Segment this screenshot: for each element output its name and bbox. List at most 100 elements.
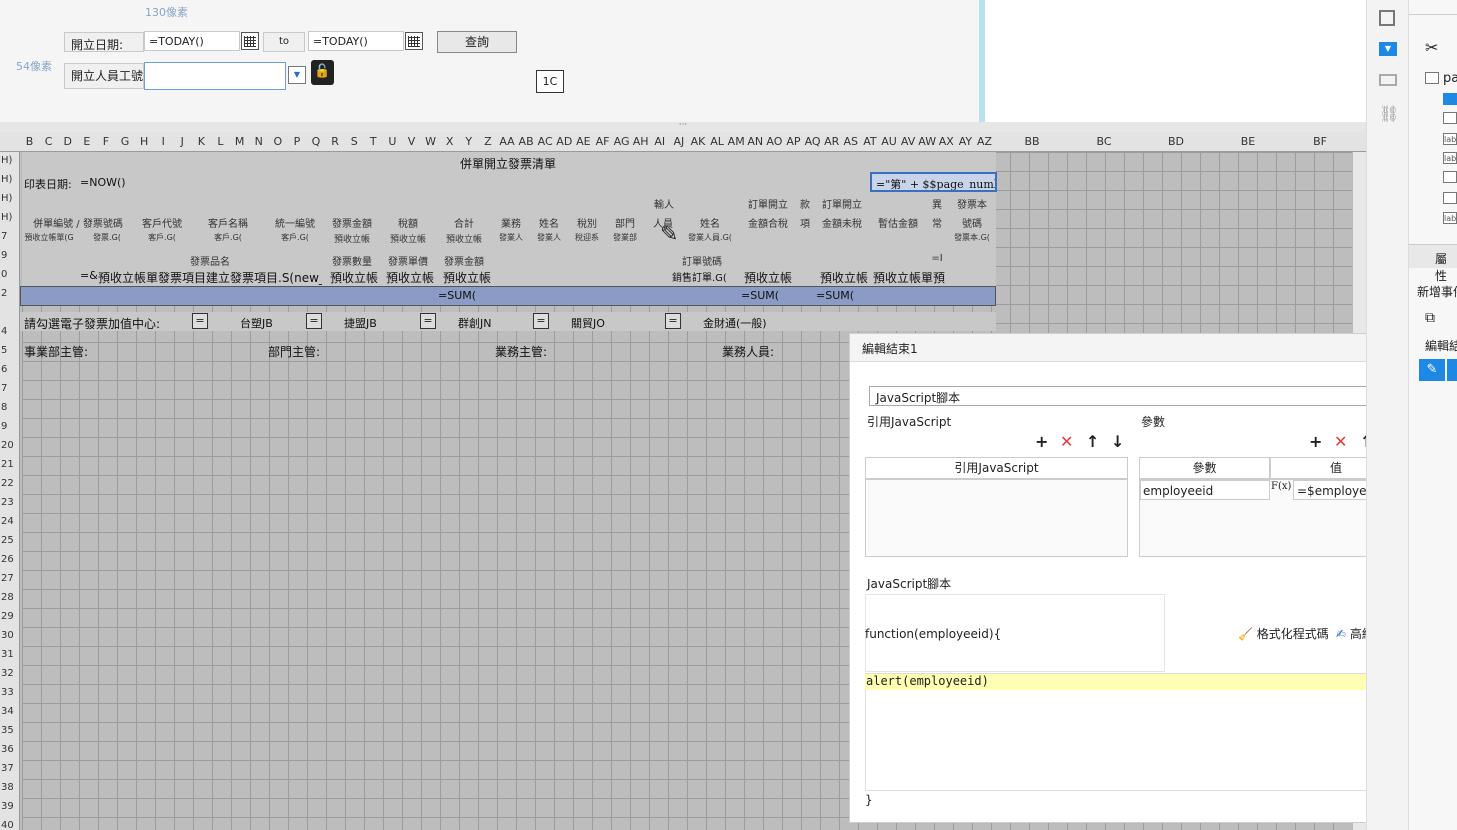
row-header[interactable]: 30 [0, 630, 20, 641]
column-header[interactable]: AJ [669, 135, 688, 148]
copy-icon[interactable]: ⧉ [1425, 310, 1435, 326]
dropdown-icon[interactable]: ▼ [288, 66, 306, 84]
event-list-item[interactable]: 編輯結 [1425, 337, 1457, 354]
row-header[interactable]: 7 [0, 383, 20, 394]
query-button[interactable]: 查詢 [437, 31, 517, 53]
print-date-value[interactable]: =NOW() [80, 176, 126, 189]
date-end-field[interactable]: =TODAY() [308, 31, 404, 51]
column-header[interactable]: AP [784, 135, 803, 148]
page-number-cell[interactable]: ="第" + $$page_number [870, 172, 997, 192]
column-header[interactable]: J [173, 135, 192, 148]
row-header[interactable]: 6 [0, 364, 20, 375]
column-header[interactable]: BE [1212, 135, 1284, 148]
header-cell[interactable]: 金額合稅 [740, 215, 796, 230]
scissors-icon[interactable]: ✂ [1425, 38, 1438, 57]
data-cell[interactable]: 發業人 [530, 232, 568, 243]
header-cell[interactable]: 號碼 [948, 215, 996, 230]
data-cell[interactable]: 發業人員.G( [682, 232, 738, 243]
column-header[interactable]: AC [536, 135, 555, 148]
header-cell[interactable]: 發票金額 [324, 215, 380, 230]
calendar-icon[interactable] [405, 32, 423, 50]
row-header[interactable]: 0 [0, 269, 20, 280]
sum-cell[interactable]: =SUM( [741, 289, 779, 302]
column-header[interactable]: BF [1284, 135, 1356, 148]
row-header[interactable]: 35 [0, 725, 20, 736]
header-cell[interactable]: 訂單開立 [814, 196, 870, 211]
data-cell[interactable]: 發票單價 [380, 253, 436, 268]
column-header[interactable]: T [364, 135, 383, 148]
row-header[interactable]: 7 [0, 231, 20, 242]
column-header[interactable]: AX [937, 135, 956, 148]
signature-label[interactable]: 事業部主管: [24, 343, 88, 360]
column-header[interactable]: S [345, 135, 364, 148]
data-cell[interactable]: 預收立帳 [443, 269, 493, 286]
data-cell[interactable]: 預收立帳 [744, 269, 796, 286]
row-header[interactable]: 38 [0, 782, 20, 793]
sum-cell[interactable]: =SUM( [438, 289, 476, 302]
column-header[interactable]: M [230, 135, 249, 148]
data-cell[interactable]: 預收立帳 [436, 232, 492, 245]
row-header[interactable]: 9 [0, 250, 20, 261]
header-cell[interactable]: 異 [928, 196, 946, 211]
sum-cell[interactable]: =SUM( [816, 289, 854, 302]
delete-icon[interactable]: ✕ [1334, 432, 1347, 451]
data-cell[interactable]: 預收立帳單預 [873, 269, 947, 286]
column-header[interactable]: AW [918, 135, 937, 148]
row-header[interactable]: 32 [0, 668, 20, 679]
column-header[interactable]: BD [1140, 135, 1212, 148]
vendor-name[interactable]: 捷盟JB [344, 315, 377, 331]
ref-js-table[interactable] [865, 479, 1128, 557]
row-header[interactable]: 5 [0, 345, 20, 356]
header-cell[interactable]: 發票本 [948, 196, 996, 211]
header-cell[interactable]: 金額未稅 [814, 215, 870, 230]
row-header[interactable]: 39 [0, 801, 20, 812]
vendor-checkbox[interactable]: = [420, 313, 436, 329]
column-header[interactable]: AV [899, 135, 918, 148]
data-cell[interactable]: 發業部 [606, 232, 644, 243]
row-header[interactable]: 33 [0, 687, 20, 698]
data-cell[interactable]: =I [928, 253, 946, 264]
vendor-checkbox[interactable]: = [533, 313, 549, 329]
column-header[interactable]: AU [880, 135, 899, 148]
column-header[interactable]: AE [574, 135, 593, 148]
header-cell[interactable]: 業務 [492, 215, 530, 230]
arrow-down-icon[interactable]: ↓ [1111, 432, 1124, 451]
signature-label[interactable]: 業務主管: [495, 343, 547, 360]
header-cell[interactable]: 統一編號 [266, 215, 324, 230]
row-header[interactable]: 24 [0, 516, 20, 527]
data-cell[interactable]: 預收立帳 [330, 269, 380, 286]
data-cell[interactable]: 預收立帳 [386, 269, 436, 286]
print-date-label[interactable]: 印表日期: [24, 176, 72, 192]
row-header[interactable]: 26 [0, 554, 20, 565]
column-header[interactable]: AM [727, 135, 746, 148]
column-header[interactable]: AB [517, 135, 536, 148]
code-body[interactable]: alert(employeeid) [866, 674, 989, 688]
lock-icon[interactable]: 🔓 [311, 60, 334, 85]
data-cell[interactable]: 銷售訂單.G( [672, 269, 738, 284]
data-cell[interactable]: 客戶.G( [134, 232, 190, 243]
vendor-name[interactable]: 台塑JB [240, 315, 273, 331]
row-header[interactable]: 29 [0, 611, 20, 622]
column-header[interactable]: B [20, 135, 39, 148]
edit-icon[interactable]: ✎ [1419, 359, 1445, 381]
column-header[interactable]: AF [593, 135, 612, 148]
list-widget-icon[interactable] [1379, 74, 1397, 86]
column-header[interactable]: Q [307, 135, 326, 148]
header-cell[interactable]: 項 [797, 215, 813, 230]
data-cell[interactable]: 預收立帳 [324, 232, 380, 245]
vendor-name[interactable]: 群創JN [458, 315, 491, 331]
column-header[interactable]: AA [498, 135, 517, 148]
header-cell[interactable]: 姓名 [682, 215, 738, 230]
column-header[interactable]: P [287, 135, 306, 148]
column-header[interactable]: AG [612, 135, 631, 148]
column-header[interactable]: C [39, 135, 58, 148]
report-title[interactable]: 併單開立發票清單 [20, 155, 996, 172]
data-cell[interactable]: 預收立帳 [380, 232, 436, 245]
data-cell[interactable]: 客戶.G( [266, 232, 324, 243]
dropdown-widget-icon[interactable]: ▼ [1379, 42, 1397, 56]
column-header[interactable]: L [211, 135, 230, 148]
arrow-up-icon[interactable]: ↑ [1086, 432, 1099, 451]
row-header[interactable]: 36 [0, 744, 20, 755]
column-header[interactable]: G [116, 135, 135, 148]
data-cell[interactable]: 發票.G( [80, 232, 134, 243]
